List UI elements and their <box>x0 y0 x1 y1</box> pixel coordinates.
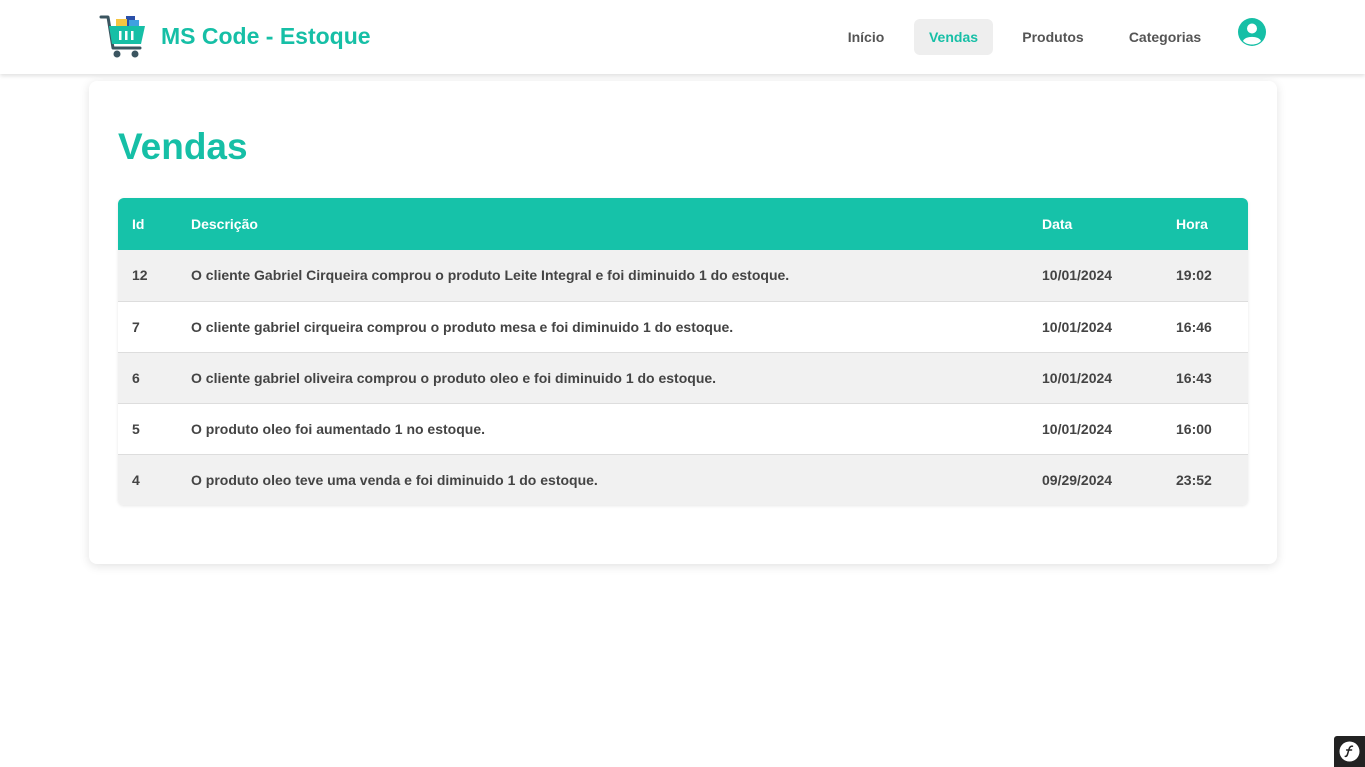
column-header-id: Id <box>132 216 145 232</box>
nav-produtos[interactable]: Produtos <box>1010 19 1096 55</box>
table-header: Id Descrição Data Hora <box>118 198 1248 250</box>
nav-categorias[interactable]: Categorias <box>1116 19 1214 55</box>
column-header-hora: Hora <box>1176 216 1208 232</box>
cell-data: 10/01/2024 <box>1042 370 1113 386</box>
table-row: 7 O cliente gabriel cirqueira comprou o … <box>118 301 1248 352</box>
vendas-table: Id Descrição Data Hora 12 O cliente Gabr… <box>118 198 1248 505</box>
cell-data: 10/01/2024 <box>1042 421 1113 437</box>
nav-vendas[interactable]: Vendas <box>914 19 993 55</box>
page-title: Vendas <box>118 126 248 167</box>
cell-descricao: O cliente gabriel oliveira comprou o pro… <box>191 370 717 386</box>
cell-id: 12 <box>132 267 148 283</box>
cell-descricao: O cliente Gabriel Cirqueira comprou o pr… <box>191 267 790 283</box>
vendas-card: Vendas Id Descrição Data Hora 12 O clien… <box>89 81 1277 564</box>
cell-descricao: O produto oleo foi aumentado 1 no estoqu… <box>191 421 485 437</box>
cell-hora: 19:02 <box>1176 267 1212 283</box>
cell-descricao: O produto oleo teve uma venda e foi dimi… <box>191 472 598 488</box>
table-row: 5 O produto oleo foi aumentado 1 no esto… <box>118 403 1248 454</box>
cell-id: 6 <box>132 370 140 386</box>
cell-descricao: O cliente gabriel cirqueira comprou o pr… <box>191 319 734 335</box>
shopping-cart-icon <box>99 15 145 58</box>
cell-data: 10/01/2024 <box>1042 267 1113 283</box>
table-row: 12 O cliente Gabriel Cirqueira comprou o… <box>118 250 1248 301</box>
symfony-icon <box>1339 741 1360 762</box>
top-navbar: MS Code - Estoque Início Vendas Produtos… <box>0 0 1365 74</box>
column-header-data: Data <box>1042 216 1073 232</box>
column-header-descricao: Descrição <box>191 216 258 232</box>
cell-data: 09/29/2024 <box>1042 472 1113 488</box>
cell-hora: 16:00 <box>1176 421 1212 437</box>
cell-hora: 16:46 <box>1176 319 1212 335</box>
table-row: 4 O produto oleo teve uma venda e foi di… <box>118 454 1248 505</box>
nav-inicio[interactable]: Início <box>834 19 898 55</box>
cell-hora: 23:52 <box>1176 472 1212 488</box>
symfony-debug-toolbar-toggle[interactable] <box>1334 736 1365 767</box>
cell-id: 5 <box>132 421 140 437</box>
table-row: 6 O cliente gabriel oliveira comprou o p… <box>118 352 1248 403</box>
cell-id: 4 <box>132 472 140 488</box>
brand-logo-link[interactable] <box>99 14 147 60</box>
user-circle-icon <box>1238 18 1266 46</box>
cell-id: 7 <box>132 319 140 335</box>
table-body: 12 O cliente Gabriel Cirqueira comprou o… <box>118 250 1248 505</box>
cell-hora: 16:43 <box>1176 370 1212 386</box>
brand-title[interactable]: MS Code - Estoque <box>161 22 371 50</box>
cell-data: 10/01/2024 <box>1042 319 1113 335</box>
account-button[interactable] <box>1237 17 1267 47</box>
